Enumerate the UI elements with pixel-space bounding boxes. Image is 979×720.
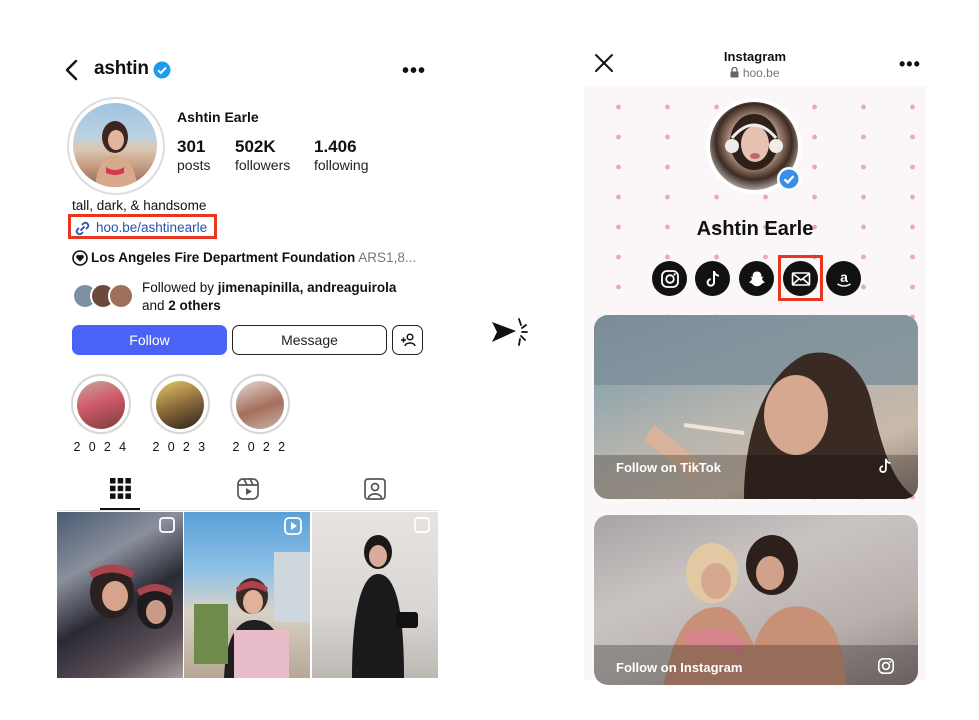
fundraiser-heart-icon: [72, 250, 88, 266]
fundraiser-row[interactable]: Los Angeles Fire Department Foundation A…: [91, 250, 416, 265]
post-thumbnail-2[interactable]: [184, 512, 310, 678]
back-arrow-icon[interactable]: [62, 58, 82, 82]
hoobe-verified-badge-icon: [776, 166, 802, 192]
browser-more-icon[interactable]: •••: [899, 54, 921, 75]
close-icon[interactable]: [594, 53, 614, 73]
tiktok-icon[interactable]: [695, 261, 730, 296]
snapchat-icon[interactable]: [739, 261, 774, 296]
mail-highlight-box: [778, 255, 823, 301]
add-person-icon: [400, 333, 416, 347]
tiktok-card-label[interactable]: Follow on TikTok: [616, 460, 721, 475]
lock-icon: [730, 67, 739, 78]
followers-label[interactable]: followers: [235, 157, 290, 173]
verified-badge-icon: [153, 61, 171, 79]
highlight-2022-label: 2 0 2 2: [232, 440, 288, 454]
post-thumbnail-1[interactable]: [57, 512, 183, 678]
browser-url-text: hoo.be: [742, 66, 780, 80]
instagram-card-label[interactable]: Follow on Instagram: [616, 660, 742, 675]
followed-prefix: Followed by: [142, 280, 218, 295]
tagged-tab-icon[interactable]: [364, 478, 386, 500]
amazon-icon[interactable]: a: [826, 261, 861, 296]
followed-by-text[interactable]: Followed by jimenapinilla, andreaguirola…: [142, 279, 396, 315]
post-thumbnail-3[interactable]: [312, 512, 438, 678]
tiktok-card-icon: [876, 457, 894, 475]
highlight-2024-label: 2 0 2 4: [73, 440, 129, 454]
followed-names: jimenapinilla, andreaguirola: [217, 280, 397, 295]
reels-tab-icon[interactable]: [237, 478, 259, 500]
following-count[interactable]: 1.406: [314, 137, 357, 157]
posts-label: posts: [177, 157, 211, 173]
posts-count: 301: [177, 137, 206, 156]
suggest-users-button[interactable]: [392, 325, 423, 355]
message-button[interactable]: Message: [232, 325, 387, 355]
grid-tab-icon[interactable]: [110, 478, 131, 499]
instagram-icon[interactable]: [652, 261, 687, 296]
profile-username: ashtin: [94, 58, 149, 79]
highlight-2022-cover: [236, 381, 284, 429]
pointer-cursor-icon: [490, 316, 534, 350]
profile-avatar[interactable]: [73, 103, 157, 187]
link-icon: [74, 220, 91, 237]
profile-bio: tall, dark, & handsome: [72, 198, 207, 213]
followed-others: 2 others: [168, 298, 221, 313]
highlight-2023-label: 2 0 2 3: [152, 440, 208, 454]
follow-button[interactable]: Follow: [72, 325, 227, 355]
highlight-2024-cover: [77, 381, 125, 429]
profile-full-name: Ashtin Earle: [177, 109, 259, 125]
highlight-2023-cover: [156, 381, 204, 429]
more-options-icon[interactable]: •••: [402, 60, 426, 83]
tab-divider: [57, 510, 438, 511]
profile-link[interactable]: hoo.be/ashtinearle: [96, 220, 207, 235]
browser-title: Instagram: [723, 49, 787, 64]
followed-and: and: [142, 298, 169, 313]
instagram-card-icon: [877, 657, 895, 675]
browser-url: hoo.be: [690, 66, 820, 80]
followers-count[interactable]: 502K: [235, 137, 276, 157]
following-label[interactable]: following: [314, 157, 368, 173]
svg-text:a: a: [840, 269, 848, 285]
fundraiser-amount: ARS1,8...: [358, 250, 417, 265]
hoobe-display-name: Ashtin Earle: [696, 218, 814, 240]
mutual-followers-avatars: [72, 281, 136, 311]
fundraiser-name: Los Angeles Fire Department Foundation: [91, 250, 356, 265]
